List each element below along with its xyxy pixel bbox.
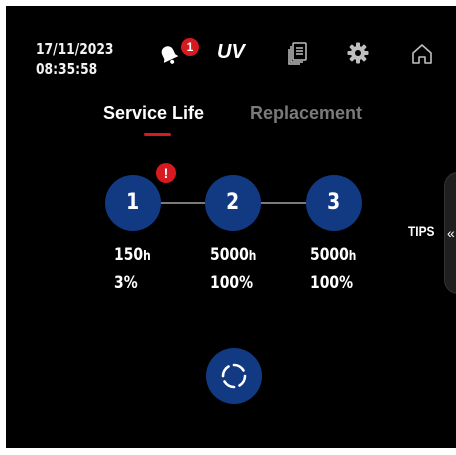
step-3-button[interactable]: 3 bbox=[306, 175, 362, 231]
tab-service-life[interactable]: Service Life bbox=[103, 103, 204, 124]
refresh-button[interactable] bbox=[206, 348, 262, 404]
step-1-metrics: 150h 3% bbox=[114, 242, 151, 297]
step-1-hours: 150h bbox=[114, 245, 151, 265]
step-number: 2 bbox=[226, 190, 240, 215]
gear-icon[interactable] bbox=[346, 41, 370, 65]
step-connector bbox=[156, 202, 211, 204]
step-3-hours: 5000h bbox=[310, 245, 357, 265]
step-2-hours: 5000h bbox=[210, 245, 257, 265]
step-2-percent: 100% bbox=[210, 273, 254, 293]
home-icon[interactable] bbox=[409, 41, 435, 67]
time-label: 08:35:58 bbox=[36, 60, 98, 78]
uv-button[interactable]: UV bbox=[217, 41, 245, 64]
tips-label[interactable]: TIPS bbox=[408, 223, 434, 239]
step-connector bbox=[258, 202, 313, 204]
step-number: 1 bbox=[126, 190, 140, 215]
screen: 17/11/2023 08:35:58 1 UV Service Life Re… bbox=[6, 6, 456, 448]
active-tab-indicator bbox=[144, 133, 171, 136]
step-3-metrics: 5000h 100% bbox=[310, 242, 356, 297]
document-icon[interactable] bbox=[285, 40, 311, 66]
date-label: 17/11/2023 bbox=[36, 40, 114, 58]
step-3-percent: 100% bbox=[310, 273, 354, 293]
step-1-button[interactable]: 1 bbox=[105, 175, 161, 231]
step-number: 3 bbox=[327, 190, 341, 215]
chevron-left-icon[interactable]: « bbox=[447, 225, 455, 241]
step-1-percent: 3% bbox=[114, 273, 138, 293]
tab-replacement[interactable]: Replacement bbox=[250, 103, 362, 124]
bell-icon[interactable] bbox=[156, 44, 182, 66]
step-2-button[interactable]: 2 bbox=[205, 175, 261, 231]
datetime: 17/11/2023 08:35:58 bbox=[36, 39, 113, 79]
notification-badge: 1 bbox=[181, 38, 199, 56]
step-2-metrics: 5000h 100% bbox=[210, 242, 256, 297]
refresh-icon bbox=[221, 363, 247, 389]
warning-icon: ! bbox=[156, 163, 176, 183]
